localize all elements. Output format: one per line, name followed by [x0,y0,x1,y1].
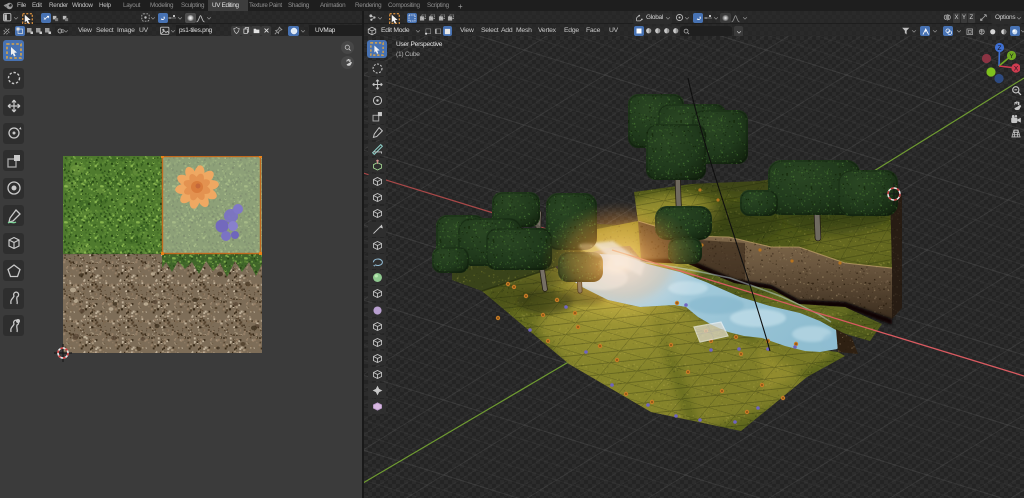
svg-text:Y: Y [1009,53,1014,60]
svg-text:X: X [1014,65,1019,72]
svg-text:Z: Z [998,45,1002,52]
